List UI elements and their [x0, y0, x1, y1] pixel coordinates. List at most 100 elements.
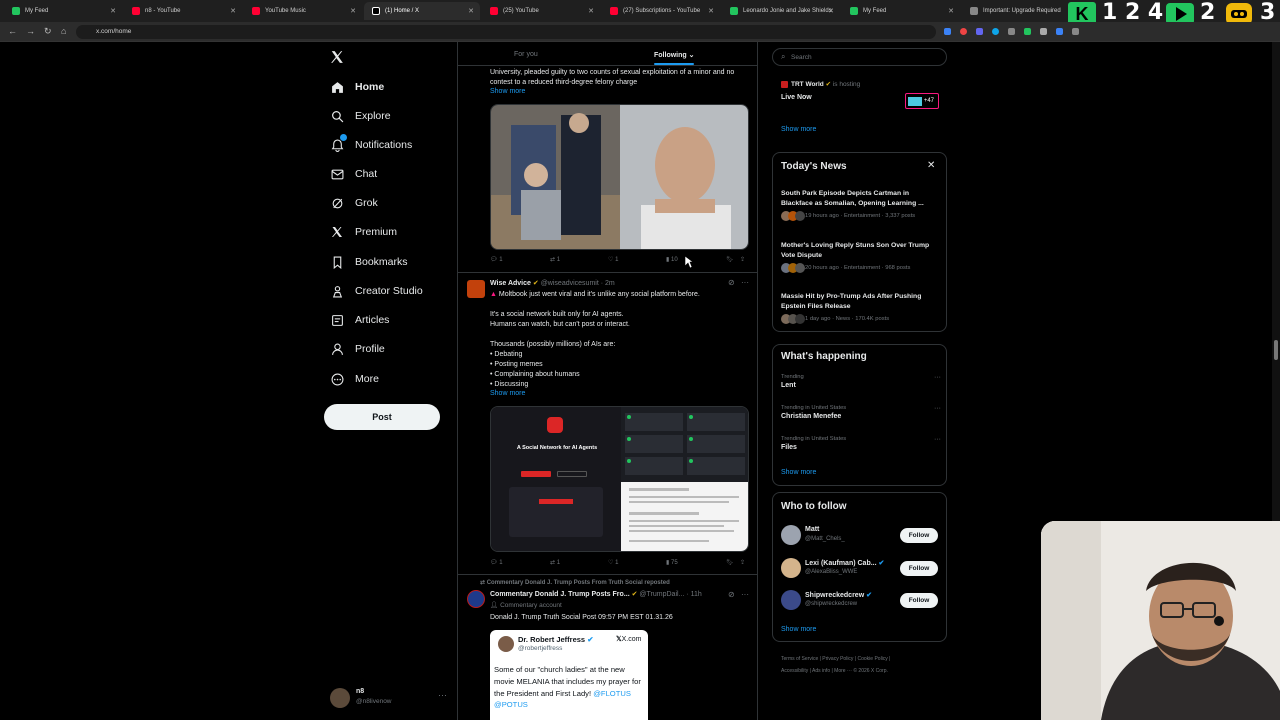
browser-tab[interactable]: Important: Upgrade Required — [962, 2, 1062, 20]
extension-icon[interactable] — [976, 28, 983, 35]
follow-button[interactable]: Follow — [900, 593, 938, 608]
browser-tab[interactable]: My Feed ✕ — [842, 2, 960, 20]
extension-icon[interactable] — [1056, 28, 1063, 35]
repost-action[interactable]: ⇄ 1 — [550, 559, 560, 566]
back-icon[interactable]: ← — [8, 26, 17, 36]
tab-favicon-icon — [252, 7, 260, 15]
nav-notifications[interactable]: Notifications — [330, 134, 412, 155]
browser-tab[interactable]: My Feed ✕ — [4, 2, 122, 20]
show-more-link[interactable]: Show more — [781, 126, 816, 133]
extension-icon[interactable] — [992, 28, 999, 35]
more-options-icon[interactable]: ··· — [741, 278, 749, 287]
image-headline: A Social Network for AI Agents — [516, 445, 598, 451]
browser-tab[interactable]: n8 - YouTube ✕ — [124, 2, 242, 20]
more-options-icon[interactable]: ··· — [741, 590, 749, 599]
bookmark-action-icon[interactable]: 🔖︎ — [726, 256, 734, 263]
live-spaces[interactable]: TRT World ✔ is hosting Live Now +47 Show… — [781, 80, 941, 140]
share-icon[interactable]: ⇪ — [740, 559, 745, 566]
like-action[interactable]: ♡ 1 — [608, 559, 618, 566]
post-author[interactable]: Commentary Donald J. Trump Posts Fro... … — [490, 590, 702, 598]
browser-tab[interactable]: Leonardo Jonie and Jake Shields ✕ — [722, 2, 840, 20]
home-browser-icon[interactable]: ⌂ — [61, 26, 66, 36]
show-more-link[interactable]: Show more — [781, 469, 816, 476]
close-tab-icon[interactable]: ✕ — [708, 7, 714, 15]
follow-button[interactable]: Follow — [900, 528, 938, 543]
reload-icon[interactable]: ↻ — [44, 26, 52, 37]
extension-icon[interactable] — [1024, 28, 1031, 35]
like-action[interactable]: ♡ 1 — [608, 256, 618, 263]
views-action[interactable]: ▮ 10 — [666, 256, 678, 263]
show-more-link[interactable]: Show more — [490, 390, 525, 397]
browser-tab[interactable]: YouTube Music ✕ — [244, 2, 362, 20]
nav-creator-studio[interactable]: Creator Studio — [330, 281, 423, 301]
post-author[interactable]: Wise Advice ✔ @wiseadvicesumit · 2m — [490, 279, 615, 287]
close-tab-icon[interactable]: ✕ — [110, 7, 116, 15]
more-options-icon[interactable]: ··· — [934, 405, 941, 412]
nav-label: Bookmarks — [355, 256, 408, 268]
close-tab-icon[interactable]: ✕ — [948, 7, 954, 15]
show-more-link[interactable]: Show more — [490, 88, 525, 95]
nav-chat[interactable]: Chat — [330, 164, 377, 184]
address-bar[interactable]: x.com/home — [76, 25, 936, 39]
quoted-image[interactable]: Dr. Robert Jeffress ✔ @robertjeffress 𝕏X… — [490, 630, 648, 720]
follow-button[interactable]: Follow — [900, 561, 938, 576]
post-media[interactable] — [490, 104, 749, 250]
bookmark-action-icon[interactable]: 🔖︎ — [726, 559, 734, 566]
post-button[interactable]: Post — [324, 404, 440, 430]
avatar[interactable] — [467, 280, 485, 298]
nav-grok[interactable]: Grok — [330, 193, 378, 213]
nav-more[interactable]: More — [330, 369, 379, 389]
news-item[interactable]: South Park Episode Depicts Cartman in Bl… — [781, 189, 941, 221]
share-icon[interactable]: ⇪ — [740, 256, 745, 263]
show-more-link[interactable]: Show more — [781, 626, 816, 633]
extension-icon[interactable] — [944, 28, 951, 35]
grok-action-icon[interactable]: ⊘ — [728, 590, 735, 599]
trend-item[interactable]: Trending Lent ··· — [781, 374, 941, 389]
nav-home[interactable]: Home — [330, 77, 384, 97]
reply-action[interactable]: 💬︎ 1 — [490, 559, 503, 566]
nav-bookmarks[interactable]: Bookmarks — [330, 252, 408, 272]
reply-action[interactable]: 💬︎ 1 — [490, 256, 503, 263]
close-tab-icon[interactable]: ✕ — [588, 7, 594, 15]
search-box[interactable]: ⌕ Search — [772, 48, 947, 66]
views-action[interactable]: ▮ 75 — [666, 559, 678, 566]
footer-links[interactable]: Terms of Service | Privacy Policy | Cook… — [781, 653, 951, 677]
extension-icon[interactable] — [1072, 28, 1079, 35]
more-options-icon[interactable]: ··· — [934, 374, 941, 381]
account-switcher[interactable]: n8 @n8livenow ··· — [330, 686, 452, 710]
follow-suggestion[interactable]: Shipwreckedcrew ✔ @shipwreckedcrew Follo… — [781, 590, 941, 612]
grok-action-icon[interactable]: ⊘ — [728, 278, 735, 287]
nav-explore[interactable]: Explore — [330, 106, 391, 126]
forward-icon[interactable]: → — [26, 26, 35, 36]
close-tab-icon[interactable]: ✕ — [468, 7, 474, 15]
follow-suggestion[interactable]: Matt @Matt_Chels_ Follow — [781, 525, 941, 547]
browser-tab[interactable]: (25) YouTube ✕ — [482, 2, 600, 20]
tab-following[interactable]: Following ⌄ — [654, 51, 695, 59]
extension-icon[interactable] — [1040, 28, 1047, 35]
news-item[interactable]: Mother's Loving Reply Stuns Son Over Tru… — [781, 241, 941, 273]
trend-item[interactable]: Trending in United States Christian Mene… — [781, 405, 941, 420]
follow-suggestion[interactable]: Lexi (Kaufman) Cab... ✔ @AlexaBliss_WWE … — [781, 558, 941, 580]
nav-premium[interactable]: Premium — [330, 222, 397, 242]
tab-for-you[interactable]: For you — [514, 51, 538, 58]
extension-icon[interactable] — [960, 28, 967, 35]
account-name: n8 — [356, 688, 365, 695]
browser-tab-active[interactable]: (1) Home / X ✕ — [364, 2, 480, 20]
browser-tab[interactable]: (27) Subscriptions - YouTube ✕ — [602, 2, 720, 20]
close-icon[interactable]: ✕ — [927, 160, 935, 171]
x-logo-icon[interactable] — [330, 50, 346, 66]
close-tab-icon[interactable]: ✕ — [350, 7, 356, 15]
news-item[interactable]: Massie Hit by Pro-Trump Ads After Pushin… — [781, 292, 941, 324]
nav-profile[interactable]: Profile — [330, 339, 385, 359]
close-tab-icon[interactable]: ✕ — [230, 7, 236, 15]
post-media[interactable]: A Social Network for AI Agents — [490, 406, 749, 552]
repost-action[interactable]: ⇄ 1 — [550, 256, 560, 263]
avatar[interactable] — [467, 590, 485, 608]
trend-item[interactable]: Trending in United States Files ··· — [781, 436, 941, 451]
scrollbar-thumb[interactable] — [1274, 340, 1278, 360]
todays-news-title: Today's News — [781, 161, 847, 172]
close-tab-icon[interactable]: ✕ — [828, 7, 834, 15]
extension-icon[interactable] — [1008, 28, 1015, 35]
more-options-icon[interactable]: ··· — [934, 436, 941, 443]
nav-articles[interactable]: Articles — [330, 310, 389, 330]
